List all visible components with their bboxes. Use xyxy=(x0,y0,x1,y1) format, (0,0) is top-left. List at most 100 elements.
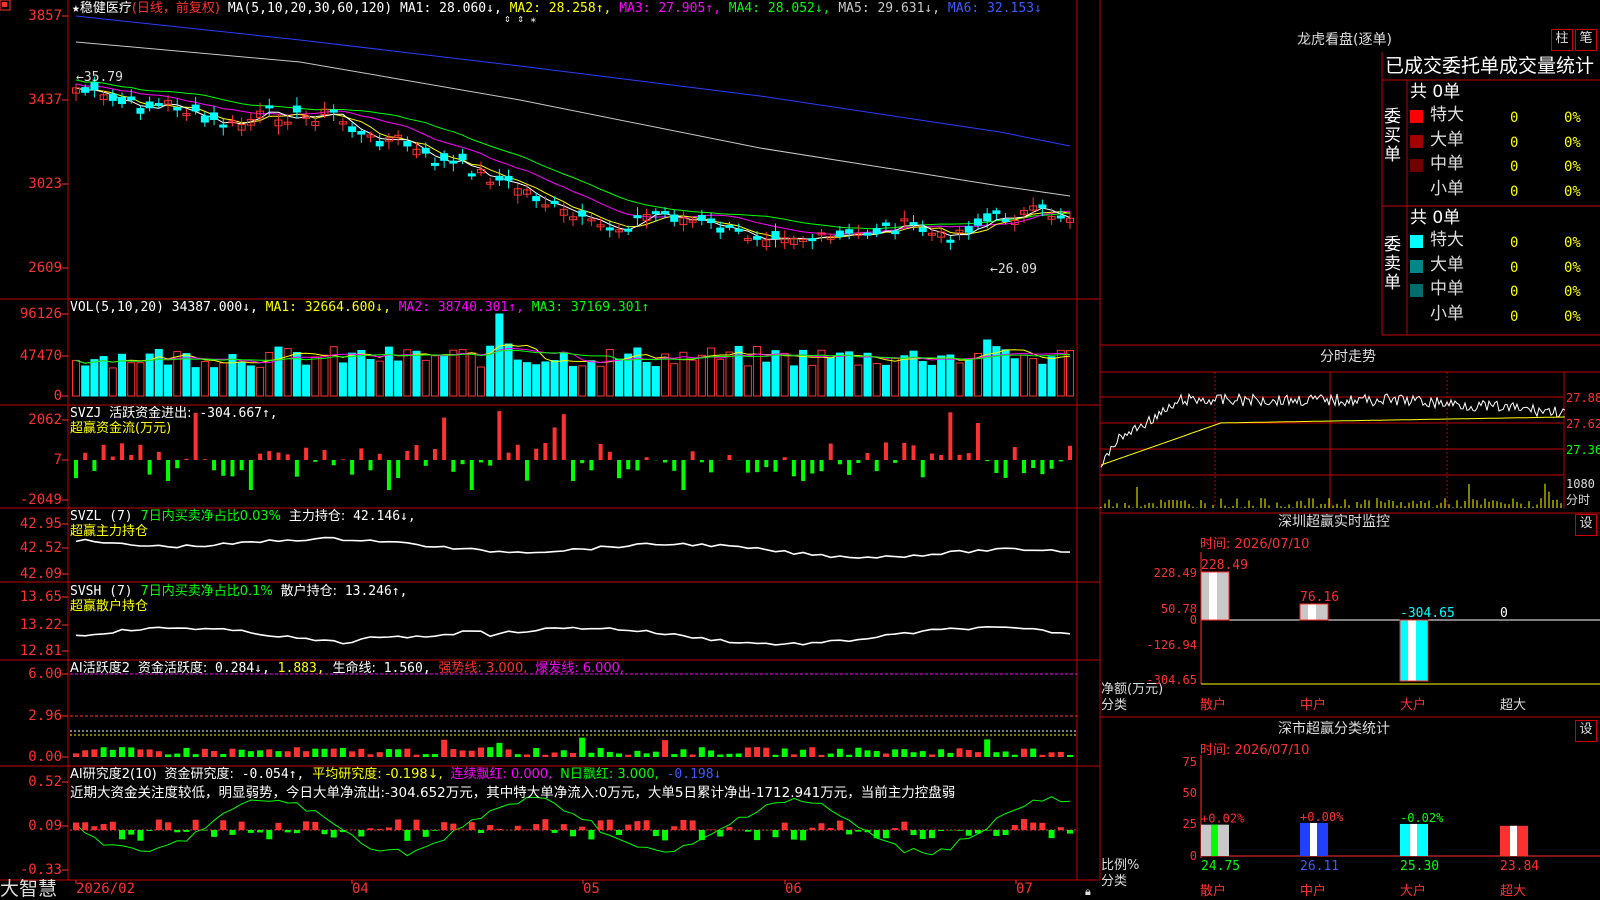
high-marker: ←35.79 xyxy=(76,70,123,85)
volume-header: VOL(5,10,20) 34387.000↓, MA1: 32664.600↓… xyxy=(70,300,649,315)
price-y-label: 3023 xyxy=(28,176,62,192)
ai-research-nday: N日飘红: 3.000, xyxy=(560,767,659,782)
sz-class-y-label: 25 xyxy=(1182,817,1197,831)
buy-count: 0 xyxy=(1510,183,1519,200)
buy-color-swatch xyxy=(1410,110,1423,123)
svzj-y-label: 2062 xyxy=(28,412,62,428)
svsh-y-label: 12.81 xyxy=(19,643,62,659)
ma6-value: MA6: 32.153↓ xyxy=(947,1,1042,16)
sell-row: 大单 0 0% xyxy=(1408,255,1598,277)
longhu-title: 龙虎看盘(逐单) xyxy=(1297,32,1392,48)
sz-class-category: 超大 xyxy=(1500,884,1527,899)
buy-count: 0 xyxy=(1510,159,1519,175)
intraday-vol-label: 分时 xyxy=(1566,493,1591,507)
svzl-y-label: 42.52 xyxy=(19,540,62,556)
sell-pct: 0% xyxy=(1564,235,1581,251)
ma3-value: MA3: 27.905↑, xyxy=(619,1,721,16)
ai-research-header: AI研究度2(10) 资金研究度: -0.054↑, 平均研究度: -0.198… xyxy=(70,767,721,782)
sell-name: 大单 xyxy=(1430,254,1464,275)
ma4-value: MA4: 28.052↓, xyxy=(728,1,831,16)
buy-name: 特大 xyxy=(1430,105,1464,125)
svsh-y-label: 13.65 xyxy=(19,589,62,605)
volume-y-label: 47470 xyxy=(19,348,62,364)
svzl-label2: 主力持仓: xyxy=(288,509,346,524)
period-label[interactable]: (日线，前复权) xyxy=(132,1,220,16)
buy-side-label: 委买单 xyxy=(1384,107,1401,165)
sz-class-category: 大户 xyxy=(1400,884,1427,899)
stock-name[interactable]: 稳健医疗 xyxy=(80,1,132,16)
price-y-label: 2609 xyxy=(28,260,62,276)
volume-y-label: 0 xyxy=(53,388,62,404)
sz-class-group: 分类 xyxy=(1101,874,1128,889)
ai-activity-title: AI活跃度2 xyxy=(70,661,130,676)
volume-value: 34387.000↓, xyxy=(171,300,258,315)
volume-title: VOL(5,10,20) xyxy=(70,300,164,315)
ai-research-cont: 连续飘红: 0.000, xyxy=(450,767,553,782)
buy-count: 0 xyxy=(1510,110,1519,126)
sz-monitor-y-label: 228.49 xyxy=(1153,566,1197,580)
low-marker: ←26.09 xyxy=(990,262,1037,277)
sz-monitor-value-label: 0 xyxy=(1500,606,1508,621)
buy-name: 中单 xyxy=(1430,154,1464,174)
sell-name: 中单 xyxy=(1430,279,1464,299)
ma-params: MA(5,10,20,30,60,120) xyxy=(227,1,393,16)
sz-monitor-value-label: 76.16 xyxy=(1300,590,1339,605)
svzj-sub: 超赢资金流(万元) xyxy=(70,421,172,436)
intraday-vol-label: 1080 xyxy=(1566,477,1595,491)
ai-activity-y-label: 6.00 xyxy=(28,666,62,682)
ai-activity-v2: 1.883, xyxy=(277,661,325,676)
bar-mode-button[interactable]: 柱 xyxy=(1551,29,1573,51)
sell-count: 0 xyxy=(1510,235,1519,251)
sz-class-change-label: +0.02% xyxy=(1201,812,1245,826)
svzj-label: 活跃资金进出: xyxy=(109,406,192,421)
svsh-title: SVSH (7) xyxy=(70,584,133,599)
sz-class-settings-button[interactable]: 设 xyxy=(1575,720,1597,742)
app-logo[interactable]: 大智慧 xyxy=(0,879,57,900)
ai-research-y-label: -0.33 xyxy=(19,862,62,878)
svzj-header: SVZJ 活跃资金进出: -304.667↑, xyxy=(70,406,278,421)
lock-icon[interactable]: 🔒︎ xyxy=(1085,884,1091,899)
tick-mode-button[interactable]: 笔 xyxy=(1575,29,1597,51)
sell-count: 0 xyxy=(1510,284,1519,300)
intraday-price-label: 27.62 xyxy=(1566,417,1600,431)
buy-count: 0 xyxy=(1510,134,1519,151)
ai-activity-y-label: 0.00 xyxy=(28,749,62,765)
svsh-y-label: 13.22 xyxy=(19,617,62,633)
sell-color-swatch xyxy=(1410,284,1423,297)
sz-monitor-y-label: 0 xyxy=(1189,613,1197,627)
right-panel-charts: 228.49 76.16 -304.65 0 24.75 +0.02% 26.11 +0.00… xyxy=(1100,372,1600,874)
ai-activity-label: 资金活跃度: xyxy=(137,661,208,676)
svzl-sub: 超赢主力持仓 xyxy=(70,524,149,539)
favorite-star-icon[interactable]: ★ xyxy=(72,1,80,16)
sz-monitor-settings-button[interactable]: 设 xyxy=(1575,514,1597,536)
x-axis-label: 06 xyxy=(785,881,802,897)
sz-monitor-value-label: -304.65 xyxy=(1400,606,1455,621)
svzl-value: 42.146↓, xyxy=(353,509,416,524)
volume-ma2: MA2: 38740.301↑, xyxy=(398,300,524,315)
svsh-sub: 超赢散户持仓 xyxy=(70,599,149,614)
svsh-value: 13.246↑, xyxy=(344,584,408,599)
buy-pct: 0% xyxy=(1564,110,1581,126)
sell-name: 小单 xyxy=(1430,303,1464,324)
sz-class-category: 中户 xyxy=(1300,884,1327,899)
svzj-y-label: -2049 xyxy=(19,492,62,508)
sz-monitor-group: 分类 xyxy=(1101,698,1128,713)
svzj-value: -304.667↑, xyxy=(199,406,278,421)
sell-row: 小单 0 0% xyxy=(1408,304,1598,326)
buy-color-swatch xyxy=(1410,134,1423,148)
ai-activity-v1: 0.284↓, xyxy=(215,661,270,676)
sz-monitor-unit: 净额(万元) xyxy=(1101,682,1164,697)
intraday-avg-line xyxy=(1100,416,1565,466)
sz-monitor-bar-highlight xyxy=(1209,572,1217,620)
volume-ma1: MA1: 32664.600↓, xyxy=(265,300,391,315)
sz-class-value-label: 24.75 xyxy=(1201,859,1240,874)
svzl-header: SVZL (7) 7日内买卖净占比0.03% 主力持仓: 42.146↓, xyxy=(70,509,416,524)
svsh-label2: 散户持仓: xyxy=(280,584,337,599)
buy-row: 特大 0 0% xyxy=(1408,105,1598,127)
ai-activity-burst: 爆发线: 6.000, xyxy=(535,661,625,676)
ai-research-y-label: 0.52 xyxy=(28,774,62,790)
longhu-header: 已成交委托单成交量统计 xyxy=(1385,55,1595,77)
intraday-price-line xyxy=(1100,392,1566,468)
x-axis-label: 05 xyxy=(583,881,600,897)
sz-monitor-category: 超大 xyxy=(1500,698,1527,713)
